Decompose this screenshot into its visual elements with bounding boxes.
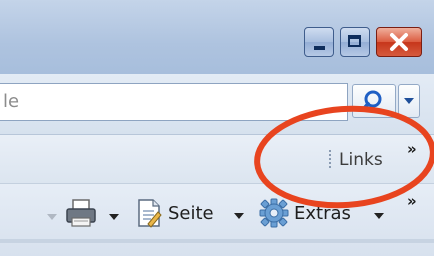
dropdown-arrow-icon[interactable] bbox=[47, 214, 57, 220]
chevron-down-icon bbox=[109, 214, 119, 220]
close-button[interactable] bbox=[376, 27, 422, 57]
printer-icon bbox=[66, 199, 96, 227]
command-bar-divider bbox=[0, 239, 434, 243]
close-icon bbox=[390, 33, 408, 51]
annotation-ellipse bbox=[254, 105, 434, 209]
maximize-button[interactable] bbox=[340, 27, 370, 57]
maximize-icon bbox=[348, 35, 361, 47]
minimize-button[interactable] bbox=[304, 27, 334, 57]
print-button[interactable] bbox=[64, 197, 124, 233]
page-menu-button[interactable]: Seite bbox=[134, 197, 250, 233]
chevron-down-icon bbox=[234, 213, 244, 219]
page-menu-label: Seite bbox=[168, 203, 214, 224]
chevron-down-icon bbox=[374, 213, 384, 219]
page-icon bbox=[138, 199, 162, 228]
search-input-text: le bbox=[3, 91, 20, 112]
minimize-icon bbox=[314, 46, 325, 50]
